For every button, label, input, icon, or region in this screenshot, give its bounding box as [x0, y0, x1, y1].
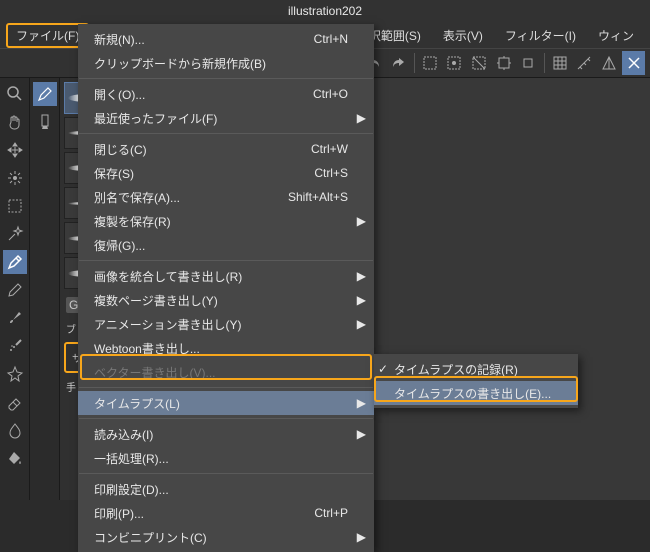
chevron-right-icon: ▶ — [357, 111, 366, 125]
menu-view[interactable]: 表示(V) — [433, 24, 493, 47]
submenu-record[interactable]: ✓タイムラプスの記録(R) — [374, 357, 578, 381]
menu-print[interactable]: 印刷(P)...Ctrl+P — [78, 501, 374, 525]
submenu-export[interactable]: タイムラプスの書き出し(E)... — [374, 381, 578, 405]
menu-conv-print[interactable]: コンビニプリント(C)▶ — [78, 525, 374, 549]
timelapse-submenu: ✓タイムラプスの記録(R) タイムラプスの書き出し(E)... — [374, 354, 578, 408]
zoom-icon[interactable] — [3, 82, 27, 106]
subpen-icon[interactable] — [33, 82, 57, 106]
eraser-icon[interactable] — [3, 390, 27, 414]
menu-webtoon[interactable]: Webtoon書き出し... — [78, 336, 374, 360]
airbrush-icon[interactable] — [3, 334, 27, 358]
check-icon: ✓ — [378, 362, 388, 376]
marker-icon[interactable] — [33, 110, 57, 134]
move-icon[interactable] — [3, 138, 27, 162]
chevron-right-icon: ▶ — [357, 214, 366, 228]
select-all-icon[interactable] — [443, 51, 466, 75]
menu-filter[interactable]: フィルター(I) — [495, 24, 586, 47]
invert-icon[interactable] — [468, 51, 491, 75]
snap-persp-icon[interactable] — [598, 51, 621, 75]
shrink-icon[interactable] — [517, 51, 540, 75]
expand-icon[interactable] — [492, 51, 515, 75]
menu-window[interactable]: ウィン — [588, 24, 644, 47]
menu-new[interactable]: 新規(N)...Ctrl+N — [78, 27, 374, 51]
menu-save[interactable]: 保存(S)Ctrl+S — [78, 161, 374, 185]
menu-revert[interactable]: 復帰(G)... — [78, 233, 374, 257]
menu-batch[interactable]: 一括処理(R)... — [78, 446, 374, 470]
snap-ruler-icon[interactable] — [573, 51, 596, 75]
menu-vector-export: ベクター書き出し(V)... — [78, 360, 374, 384]
menu-save-dup[interactable]: 複製を保存(R)▶ — [78, 209, 374, 233]
title-bar: illustration202 — [0, 0, 650, 22]
menu-recent[interactable]: 最近使ったファイル(F)▶ — [78, 106, 374, 130]
chevron-right-icon: ▶ — [357, 427, 366, 441]
menu-import[interactable]: 読み込み(I)▶ — [78, 422, 374, 446]
marquee-icon[interactable] — [3, 194, 27, 218]
pencil-icon[interactable] — [3, 278, 27, 302]
chevron-right-icon: ▶ — [357, 317, 366, 331]
chevron-right-icon: ▶ — [357, 269, 366, 283]
chevron-right-icon: ▶ — [357, 530, 366, 544]
menu-timelapse[interactable]: タイムラプス(L)▶ — [78, 391, 374, 415]
tool-palette-2 — [30, 78, 60, 500]
snap-grid-icon[interactable] — [549, 51, 572, 75]
menu-multi-export[interactable]: 複数ページ書き出し(Y)▶ — [78, 288, 374, 312]
menu-close[interactable]: 閉じる(C)Ctrl+W — [78, 137, 374, 161]
chevron-right-icon: ▶ — [357, 396, 366, 410]
wand-icon[interactable] — [3, 222, 27, 246]
menu-clipboard-new[interactable]: クリップボードから新規作成(B) — [78, 51, 374, 75]
operation-icon[interactable] — [3, 166, 27, 190]
tool-palette — [0, 78, 30, 500]
redo-icon[interactable] — [387, 51, 410, 75]
chevron-right-icon: ▶ — [357, 293, 366, 307]
menu-print-pref[interactable]: 印刷設定(D)... — [78, 477, 374, 501]
menu-file[interactable]: ファイル(F) — [6, 23, 89, 48]
fill-icon[interactable] — [3, 446, 27, 470]
blend-icon[interactable] — [3, 418, 27, 442]
decoration-icon[interactable] — [3, 362, 27, 386]
menu-merge-export[interactable]: 画像を統合して書き出し(R)▶ — [78, 264, 374, 288]
menu-open[interactable]: 開く(O)...Ctrl+O — [78, 82, 374, 106]
deselect-icon[interactable] — [419, 51, 442, 75]
hand-icon[interactable] — [3, 110, 27, 134]
menu-save-as[interactable]: 別名で保存(A)...Shift+Alt+S — [78, 185, 374, 209]
brush-icon[interactable] — [3, 306, 27, 330]
file-menu-dropdown: 新規(N)...Ctrl+N クリップボードから新規作成(B) 開く(O)...… — [78, 24, 374, 552]
snap-special-icon[interactable] — [622, 51, 645, 75]
menu-anim-export[interactable]: アニメーション書き出し(Y)▶ — [78, 312, 374, 336]
pen-icon[interactable] — [3, 250, 27, 274]
